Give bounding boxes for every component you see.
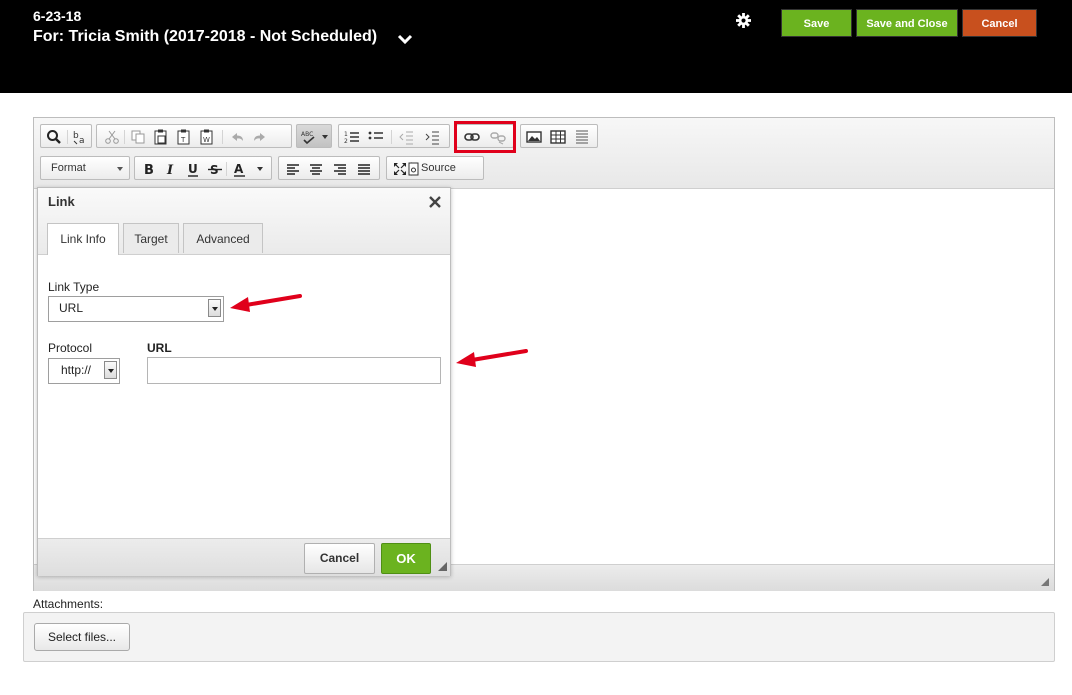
numbered-list-icon[interactable]: 12	[343, 128, 361, 146]
svg-text:I: I	[166, 163, 174, 178]
link-type-value: URL	[59, 301, 84, 315]
paste-text-icon[interactable]: T	[175, 128, 193, 146]
paste-word-icon[interactable]: W	[198, 128, 216, 146]
chevron-down-icon[interactable]	[208, 299, 221, 317]
dialog-footer: Cancel OK	[38, 538, 450, 576]
source-icon[interactable]	[404, 160, 422, 178]
undo-icon[interactable]	[228, 128, 246, 146]
chevron-down-icon[interactable]	[397, 33, 413, 45]
link-type-select[interactable]: URL	[48, 296, 224, 322]
table-icon[interactable]	[549, 128, 567, 146]
dialog-resize-handle-icon[interactable]	[438, 562, 447, 571]
top-bar: 6-23-18 For: Tricia Smith (2017-2018 - N…	[0, 0, 1072, 93]
toolbar-group-basicstyles: B I U S A	[134, 156, 272, 180]
cut-icon[interactable]	[103, 128, 121, 146]
svg-text:1: 1	[344, 131, 348, 138]
text-color-icon[interactable]: A	[231, 160, 249, 178]
underline-icon[interactable]: U	[184, 160, 202, 178]
chevron-down-icon[interactable]	[104, 361, 117, 379]
toolbar-group-spellcheck: ABC	[296, 124, 332, 148]
justify-icon[interactable]	[355, 160, 373, 178]
protocol-select[interactable]: http://	[48, 358, 120, 384]
svg-text:B: B	[144, 163, 154, 178]
svg-text:T: T	[180, 136, 186, 144]
toolbar-group-insert	[520, 124, 598, 148]
copy-icon[interactable]	[129, 128, 147, 146]
link-buttons-highlight-box	[454, 121, 516, 153]
link-dialog: Link Link Info Target Advanced Link Type…	[37, 187, 451, 576]
image-icon[interactable]	[525, 128, 543, 146]
select-files-button[interactable]: Select files...	[34, 623, 130, 651]
svg-text:ABC: ABC	[301, 131, 313, 138]
strikethrough-icon[interactable]: S	[206, 160, 224, 178]
toolbar-separator	[124, 130, 125, 144]
chevron-down-icon	[117, 167, 123, 171]
link-type-label: Link Type	[48, 280, 100, 294]
format-dropdown[interactable]: Format	[40, 156, 130, 180]
toolbar-separator	[226, 162, 227, 176]
outdent-icon[interactable]	[397, 128, 415, 146]
toolbar-group-clipboard: T W	[96, 124, 292, 148]
italic-icon[interactable]: I	[162, 160, 180, 178]
toolbar-group-align	[278, 156, 380, 180]
resize-handle-icon[interactable]	[1041, 578, 1049, 586]
dialog-ok-button[interactable]: OK	[381, 543, 431, 574]
toolbar-group-find: ba	[40, 124, 92, 148]
tab-target[interactable]: Target	[123, 223, 179, 253]
dialog-title: Link	[48, 194, 75, 209]
source-button-label[interactable]: Source	[421, 162, 456, 174]
url-label: URL	[147, 341, 172, 355]
cancel-button[interactable]: Cancel	[962, 9, 1037, 37]
tab-advanced[interactable]: Advanced	[183, 223, 263, 253]
align-left-icon[interactable]	[284, 160, 302, 178]
text-color-dropdown-arrow[interactable]	[257, 167, 263, 171]
editor-toolbar: ba T W ABC 12 Format B I U A Source	[34, 118, 1054, 189]
attachments-panel: Select files...	[23, 612, 1055, 662]
paste-icon[interactable]	[152, 128, 170, 146]
spellcheck-dropdown-arrow[interactable]	[322, 135, 328, 139]
annotation-arrow-url	[456, 349, 528, 367]
attachments-label: Attachments:	[33, 597, 104, 611]
toolbar-separator	[391, 130, 392, 144]
svg-text:W: W	[203, 136, 210, 144]
toolbar-separator	[222, 130, 223, 144]
toolbar-group-lists: 12	[338, 124, 450, 148]
redo-icon[interactable]	[251, 128, 269, 146]
toolbar-group-document: Source	[386, 156, 484, 180]
dialog-header: Link Link Info Target Advanced	[38, 188, 450, 255]
protocol-label: Protocol	[48, 341, 93, 355]
page-subtitle: For: Tricia Smith (2017-2018 - Not Sched…	[33, 28, 378, 45]
find-icon[interactable]	[45, 128, 63, 146]
svg-text:U: U	[188, 162, 198, 176]
gear-icon[interactable]	[736, 13, 751, 28]
svg-text:A: A	[234, 162, 244, 176]
toolbar-separator	[67, 130, 68, 144]
bulleted-list-icon[interactable]	[367, 128, 385, 146]
align-center-icon[interactable]	[307, 160, 325, 178]
tab-link-info[interactable]: Link Info	[47, 223, 119, 255]
format-dropdown-label: Format	[51, 162, 86, 174]
save-and-close-button[interactable]: Save and Close	[856, 9, 958, 37]
save-button[interactable]: Save	[781, 9, 852, 37]
svg-text:2: 2	[344, 138, 348, 145]
bold-icon[interactable]: B	[140, 160, 158, 178]
url-input[interactable]	[147, 357, 441, 384]
spellcheck-icon[interactable]: ABC	[300, 128, 318, 146]
annotation-arrow-link-type	[230, 294, 302, 312]
dialog-cancel-button[interactable]: Cancel	[304, 543, 375, 574]
close-icon[interactable]	[428, 195, 442, 209]
replace-icon[interactable]: ba	[71, 128, 89, 146]
align-right-icon[interactable]	[331, 160, 349, 178]
horizontal-rule-icon[interactable]	[573, 128, 591, 146]
svg-text:a: a	[79, 136, 85, 146]
protocol-value: http://	[61, 363, 92, 377]
indent-icon[interactable]	[423, 128, 441, 146]
page-title: 6-23-18	[33, 8, 82, 24]
